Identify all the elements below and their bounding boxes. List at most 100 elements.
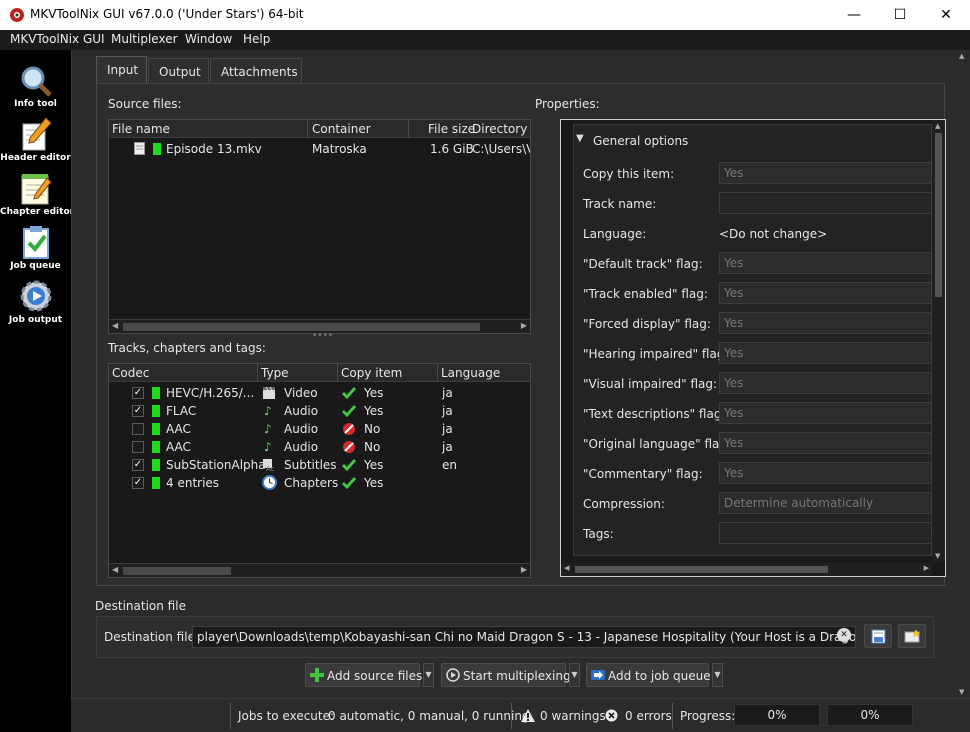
track-checkbox[interactable]: ✓ xyxy=(132,459,144,471)
track-language: ja xyxy=(442,440,453,454)
sidebar-item-chapter-editor[interactable]: Chapter editor xyxy=(0,170,74,217)
col-type[interactable]: Type xyxy=(261,366,289,380)
video-icon xyxy=(263,386,275,399)
forced-display-select[interactable]: Yes xyxy=(719,312,932,334)
commentary-select[interactable]: Yes xyxy=(719,462,932,484)
recent-destinations-button[interactable] xyxy=(898,624,926,648)
track-codec: HEVC/H.265/... xyxy=(166,386,255,400)
minimize-button[interactable]: — xyxy=(831,0,877,30)
tab-attachments[interactable]: Attachments xyxy=(210,58,302,84)
add-source-files-button[interactable]: Add source files xyxy=(305,663,422,687)
text-descriptions-select[interactable]: Yes xyxy=(719,402,932,424)
title-bar: MKVToolNix GUI v67.0.0 ('Under Stars') 6… xyxy=(0,0,970,30)
tracks-list[interactable]: Codec Type Copy item Language ✓ HEVC/H.2… xyxy=(108,363,531,578)
tracks-hscroll[interactable]: ◀ ▶ xyxy=(109,563,530,577)
properties-vscroll[interactable]: ▲ ▼ xyxy=(932,120,945,562)
menu-help[interactable]: Help xyxy=(243,32,270,46)
track-color-marker xyxy=(152,405,160,417)
track-copy: No xyxy=(364,422,381,436)
tags-input[interactable] xyxy=(719,522,932,544)
splitter-handle[interactable]: •••• xyxy=(312,331,333,341)
hearing-impaired-select[interactable]: Yes xyxy=(719,342,932,364)
sidebar-label-job-output: Job output xyxy=(8,315,63,325)
sidebar-item-job-queue[interactable]: Job queue xyxy=(0,224,71,271)
clear-destination-icon[interactable]: ✕ xyxy=(837,628,851,642)
track-type: Audio xyxy=(284,404,319,418)
track-enabled-select[interactable]: Yes xyxy=(719,282,932,304)
menu-window[interactable]: Window xyxy=(185,32,232,46)
track-color-marker xyxy=(152,387,160,399)
col-file-size[interactable]: File size xyxy=(428,122,475,136)
source-files-list[interactable]: File name Container File size Directory … xyxy=(108,119,531,334)
source-files-label: Source files: xyxy=(108,97,182,111)
track-row[interactable]: ✓ SubStationAlpha Ac Subtitles Yes en xyxy=(109,456,530,474)
col-language[interactable]: Language xyxy=(441,366,500,380)
check-icon xyxy=(342,405,356,418)
main-vscroll[interactable]: ▲ ▼ xyxy=(957,50,970,698)
sidebar-label-header-editor: Header editor xyxy=(0,153,71,163)
audio-note-icon: ♪ xyxy=(264,404,272,418)
track-copy: Yes xyxy=(364,476,384,490)
default-track-select[interactable]: Yes xyxy=(719,252,932,274)
original-language-select[interactable]: Yes xyxy=(719,432,932,454)
col-codec[interactable]: Codec xyxy=(112,366,149,380)
track-row[interactable]: ✓ HEVC/H.265/... Video Yes ja xyxy=(109,384,530,402)
destination-input[interactable]: player\Downloads\temp\Kobayashi-san Chi … xyxy=(192,626,856,648)
warnings-count[interactable]: 0 warnings xyxy=(540,709,606,723)
start-multiplexing-button[interactable]: Start multiplexing xyxy=(441,663,571,687)
track-codec: SubStationAlpha xyxy=(166,458,266,472)
add-to-job-queue-button[interactable]: Add to job queue xyxy=(586,663,711,687)
subtitles-icon: Ac xyxy=(263,459,275,472)
scroll-thumb[interactable] xyxy=(935,133,942,297)
error-icon xyxy=(605,709,618,722)
tab-input[interactable]: Input xyxy=(96,56,147,84)
errors-count[interactable]: 0 errors xyxy=(625,709,672,723)
browse-destination-button[interactable] xyxy=(864,624,892,648)
language-value[interactable]: <Do not change> xyxy=(719,227,827,241)
col-copy-item[interactable]: Copy item xyxy=(341,366,402,380)
source-file-row[interactable]: Episode 13.mkv Matroska 1.6 GiB C:\Users… xyxy=(109,140,530,158)
maximize-button[interactable]: ☐ xyxy=(877,0,923,30)
add-source-dropdown[interactable]: ▼ xyxy=(423,663,434,687)
track-checkbox[interactable]: ✓ xyxy=(132,405,144,417)
track-checkbox[interactable] xyxy=(132,441,144,453)
track-color-marker xyxy=(152,423,160,435)
jobs-value[interactable]: 0 automatic, 0 manual, 0 running xyxy=(328,709,530,723)
tab-output[interactable]: Output xyxy=(148,58,209,84)
compression-select[interactable]: Determine automatically xyxy=(719,492,932,514)
svg-text:Ac: Ac xyxy=(266,465,275,472)
sidebar-item-header-editor[interactable]: Header editor xyxy=(0,116,71,163)
sidebar-item-info-tool[interactable]: Info tool xyxy=(0,64,71,109)
track-checkbox[interactable]: ✓ xyxy=(132,477,144,489)
track-name-label: Track name: xyxy=(583,197,657,211)
collapse-triangle-icon[interactable]: ▼ xyxy=(576,133,584,144)
col-container[interactable]: Container xyxy=(312,122,371,136)
scroll-thumb[interactable] xyxy=(575,566,828,573)
col-file-name[interactable]: File name xyxy=(112,122,170,136)
menu-multiplexer[interactable]: Multiplexer xyxy=(111,32,178,46)
sidebar-item-job-output[interactable]: Job output xyxy=(0,278,71,325)
file-container: Matroska xyxy=(312,142,367,156)
track-enabled-label: "Track enabled" flag: xyxy=(583,287,708,301)
copy-item-select[interactable]: Yes xyxy=(719,162,932,184)
start-dropdown[interactable]: ▼ xyxy=(569,663,580,687)
track-name-input[interactable] xyxy=(719,192,932,214)
track-row[interactable]: ✓ FLAC ♪ Audio Yes ja xyxy=(109,402,530,420)
track-row[interactable]: AAC ♪ Audio No ja xyxy=(109,438,530,456)
scroll-thumb[interactable] xyxy=(123,567,231,575)
general-options-header[interactable]: General options xyxy=(593,134,688,148)
no-entry-icon xyxy=(343,423,355,435)
add-queue-dropdown[interactable]: ▼ xyxy=(712,663,723,687)
track-checkbox[interactable] xyxy=(132,423,144,435)
track-checkbox[interactable]: ✓ xyxy=(132,387,144,399)
track-row[interactable]: AAC ♪ Audio No ja xyxy=(109,420,530,438)
scroll-thumb[interactable] xyxy=(123,323,480,331)
track-row[interactable]: ✓ 4 entries Chapters Yes xyxy=(109,474,530,492)
menu-mkvtoolnix[interactable]: MKVToolNix GUI xyxy=(10,32,105,46)
properties-hscroll[interactable]: ◀ ▶ xyxy=(561,563,932,576)
close-button[interactable]: ✕ xyxy=(923,0,969,30)
col-directory[interactable]: Directory xyxy=(472,122,527,136)
visual-impaired-select[interactable]: Yes xyxy=(719,372,932,394)
track-language: en xyxy=(442,458,457,472)
check-icon xyxy=(342,387,356,400)
